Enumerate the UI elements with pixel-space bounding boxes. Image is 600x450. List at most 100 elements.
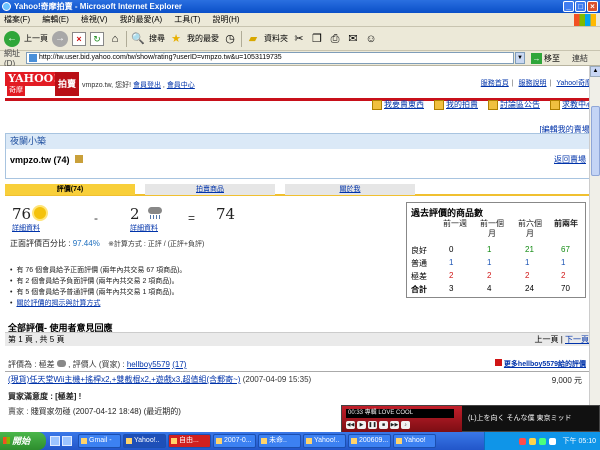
favorites-label[interactable]: 我的最愛 [187, 33, 219, 44]
buyer-link[interactable]: hellboy5579 [127, 360, 170, 369]
nav-sell[interactable]: 我要賣東西 [372, 99, 424, 110]
store-name: 夜闌小築 [6, 134, 592, 149]
nav-forum[interactable]: 討論區公告 [488, 99, 540, 110]
total-score: 74 [216, 205, 236, 223]
minus-sign: - [94, 211, 98, 225]
mail-icon[interactable]: ✉ [346, 32, 360, 46]
player-panel: 00:33 專輯 LOVE COOL ◀◀ ▶ ❚❚ ■ ▶▶ ♪ [342, 406, 462, 433]
pct-value: 97.44% [72, 239, 100, 248]
volume-icon[interactable]: ♪ [401, 421, 410, 429]
scroll-up-icon[interactable]: ▲ [590, 66, 600, 77]
nav-help[interactable]: 求教中心 [550, 99, 594, 110]
yahoo-kimo-link[interactable]: Yahoo!奇摩 [556, 80, 592, 87]
menu-help[interactable]: 說明(H) [212, 14, 239, 25]
folder-icon[interactable]: ▰ [246, 32, 260, 46]
task-button[interactable]: 2007-0... [213, 434, 256, 448]
back-arrow-icon[interactable]: ← [4, 30, 20, 47]
menu-favorites[interactable]: 我的最愛(A) [120, 14, 163, 25]
cut-icon[interactable]: ✂ [292, 32, 306, 46]
service-help-link[interactable]: 服務說明 [519, 80, 547, 87]
task-button[interactable]: 200609... [348, 434, 391, 448]
nav-my-auction-label[interactable]: 我的拍賣 [446, 99, 478, 110]
menu-file[interactable]: 檔案(F) [4, 14, 30, 25]
copy-icon[interactable]: ❐ [310, 32, 324, 46]
quick-launch-icon[interactable] [50, 436, 60, 446]
task-button[interactable]: Yahoo!.. [123, 434, 166, 448]
task-button[interactable]: Gmail - [78, 434, 121, 448]
address-input[interactable]: http://tw.user.bid.yahoo.com/tw/show/rat… [26, 52, 514, 64]
past-ratings-table: 過去評價的商品數 前一週 前一個月 前六個月 前兩年 良好 0 1 21 67 … [406, 202, 586, 298]
tray-icon[interactable] [528, 437, 536, 445]
back-label[interactable]: 上一頁 [24, 33, 48, 44]
service-home-link[interactable]: 服務首頁 [481, 80, 509, 87]
maximize-button[interactable]: □ [575, 1, 586, 12]
nav-forum-label[interactable]: 討論區公告 [500, 99, 540, 110]
history-icon[interactable]: ◷ [223, 32, 237, 46]
search-icon[interactable]: 🔍 [131, 32, 145, 46]
tab-rating[interactable]: 評價(74) [5, 184, 135, 195]
address-label: 網址(D) [4, 49, 20, 68]
forward-arrow-icon[interactable]: → [52, 30, 68, 47]
member-center-link[interactable]: 會員中心 [167, 82, 195, 89]
tray-icon[interactable] [518, 437, 526, 445]
print-icon[interactable]: ⎙ [328, 32, 342, 46]
rating-rules-link[interactable]: 關於評價的揭示與計算方式 [16, 300, 100, 307]
go-button[interactable]: → 移至 [531, 52, 560, 64]
next-page-link[interactable]: 下一頁 [565, 335, 589, 344]
logout-link[interactable]: 會員登出 [133, 82, 161, 89]
task-button[interactable]: 未命.. [258, 434, 301, 448]
refresh-icon[interactable]: ↻ [90, 31, 104, 46]
task-button[interactable]: Yahoo!.. [303, 434, 346, 448]
folder-label[interactable]: 資料夾 [264, 33, 288, 44]
more-ratings-link[interactable]: 更多hellboy5579給的評價 [494, 359, 586, 369]
review-header: 評價為 : 極差 , 評價人 (買家) : hellboy5579 (17) [8, 359, 186, 370]
messenger-icon[interactable]: ☺ [364, 32, 378, 46]
close-button[interactable]: × [587, 1, 598, 12]
menu-view[interactable]: 檢視(V) [81, 14, 108, 25]
home-icon[interactable]: ⌂ [108, 32, 122, 46]
item-date: (2007-04-09 15:35) [242, 375, 312, 384]
nav-sell-label[interactable]: 我要賣東西 [384, 99, 424, 110]
bullet-neutral: 有 5 個會員給予普通評價 (兩年內共交易 1 項商品)。 [10, 287, 186, 298]
start-button[interactable]: 開始 [0, 432, 46, 450]
menu-edit[interactable]: 編輯(E) [42, 14, 69, 25]
task-button[interactable]: Yahoo! [393, 434, 436, 448]
favorites-star-icon[interactable]: ★ [169, 32, 183, 46]
menu-tools[interactable]: 工具(T) [174, 14, 200, 25]
search-label[interactable]: 搜尋 [149, 33, 165, 44]
cell: 1 [525, 258, 530, 267]
task-button[interactable]: 自由... [168, 434, 211, 448]
seller-box: 夜闌小築 vmpzo.tw (74) 返回賣場 [5, 133, 593, 179]
quick-launch-icon[interactable] [62, 436, 72, 446]
tab-about[interactable]: 關於我 [285, 184, 415, 195]
play-icon[interactable]: ▶ [357, 421, 366, 429]
logo-yahoo-text: YAHOO! [5, 72, 62, 86]
item-link[interactable]: (現貨)任天堂Wii主機+搖桿x2,+雙截棍x2,+遊戲x3,超值組(含郵寄~) [8, 375, 240, 384]
row-label: 合計 [411, 285, 427, 294]
tab-items[interactable]: 拍賣商品 [145, 184, 275, 195]
seller-reply: 賣家 : 賤買家勿碰 (2007-04-12 18:48) (最近期的) [8, 406, 181, 417]
seller-name[interactable]: vmpzo.tw [10, 155, 51, 165]
menu-bar: 檔案(F) 編輯(E) 檢視(V) 我的最愛(A) 工具(T) 說明(H) [0, 13, 600, 27]
tray-icon[interactable] [538, 437, 546, 445]
stop-icon[interactable]: ■ [379, 421, 388, 429]
nav-my-auction[interactable]: 我的拍賣 [434, 99, 478, 110]
pause-icon[interactable]: ❚❚ [368, 421, 377, 429]
vertical-scrollbar[interactable]: ▲ ▼ [589, 66, 600, 432]
reply-text: 賤買家勿碰 (2007-04-12 18:48) (最近期的) [30, 407, 181, 416]
address-dropdown-icon[interactable]: ▼ [515, 52, 525, 64]
negative-detail-link[interactable]: 詳細資料 [130, 223, 158, 233]
back-to-store-link[interactable]: 返回賣場 [554, 154, 586, 165]
positive-detail-link[interactable]: 詳細資料 [12, 223, 40, 233]
prev-track-icon[interactable]: ◀◀ [346, 421, 355, 429]
links-label[interactable]: 連結 [572, 53, 588, 64]
table-row-good: 良好 0 1 21 67 [411, 245, 583, 257]
yahoo-auction-logo[interactable]: YAHOO! 奇摩 拍賣 [5, 72, 79, 98]
next-track-icon[interactable]: ▶▶ [390, 421, 399, 429]
buyer-score[interactable]: (17) [172, 360, 186, 369]
scroll-thumb[interactable] [591, 106, 600, 176]
tray-icon[interactable] [548, 437, 556, 445]
stop-icon[interactable]: × [72, 31, 86, 46]
web-page: YAHOO! 奇摩 拍賣 vmpzo.tw, 您好! 會員登出 , 會員中心 服… [0, 66, 600, 432]
minimize-button[interactable]: _ [563, 1, 574, 12]
